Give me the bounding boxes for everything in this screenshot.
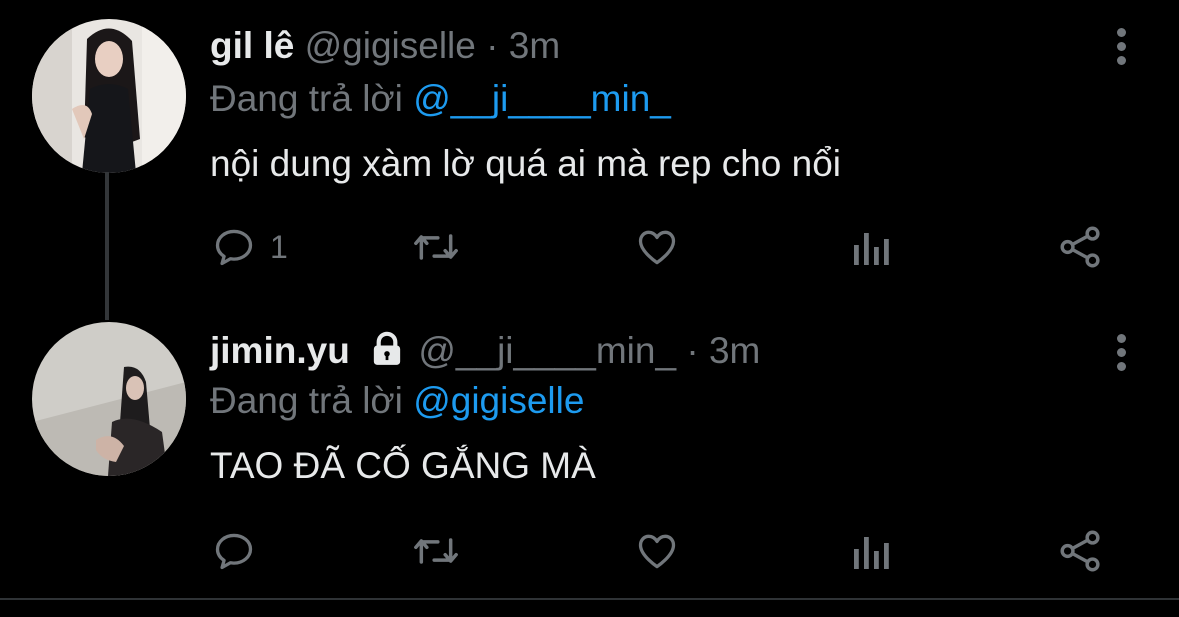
reply-count: 1 xyxy=(270,228,288,265)
tweet-divider xyxy=(0,598,1179,600)
tweet-text: TAO ĐÃ CỐ GẮNG MÀ xyxy=(210,445,596,486)
display-name[interactable]: jimin.yu xyxy=(210,330,350,371)
separator: · xyxy=(486,25,499,66)
replying-to: Đang trả lời @__ji____min_ xyxy=(210,77,671,121)
like-button[interactable] xyxy=(634,526,680,576)
tweet-1[interactable]: gil lê @gigiselle · 3m Đang trả lời @__j… xyxy=(0,0,1179,320)
retweet-button[interactable] xyxy=(412,222,460,272)
thread-line xyxy=(105,172,109,320)
avatar[interactable] xyxy=(32,322,186,476)
tweet-actions: 1 xyxy=(212,222,1112,272)
speech-bubble-icon xyxy=(215,533,253,570)
user-handle[interactable]: @__ji____min_ xyxy=(418,330,676,371)
retweet-icon xyxy=(414,538,458,564)
share-button[interactable] xyxy=(1058,526,1104,576)
more-options-icon[interactable] xyxy=(1115,334,1127,374)
replying-to-label: Đang trả lời xyxy=(210,78,403,119)
speech-bubble-icon xyxy=(215,229,253,266)
display-name[interactable]: gil lê xyxy=(210,25,294,66)
tweet-header: gil lê @gigiselle · 3m xyxy=(210,24,560,68)
retweet-button[interactable] xyxy=(412,526,460,576)
tweet-text: nội dung xàm lờ quá ai mà rep cho nổi xyxy=(210,143,842,184)
reply-button[interactable] xyxy=(212,526,270,576)
avatar-photo xyxy=(32,322,186,476)
bar-chart-icon xyxy=(854,233,889,265)
tweet-header: jimin.yu @__ji____min_ · 3m xyxy=(210,329,760,377)
retweet-icon xyxy=(414,234,458,260)
replying-to: Đang trả lời @gigiselle xyxy=(210,379,584,423)
avatar-photo xyxy=(32,19,186,173)
replying-to-label: Đang trả lời xyxy=(210,380,403,421)
like-button[interactable] xyxy=(634,222,680,272)
share-button[interactable] xyxy=(1058,222,1104,272)
heart-icon xyxy=(638,534,676,569)
timestamp[interactable]: 3m xyxy=(709,330,760,371)
share-icon xyxy=(1060,226,1100,268)
timestamp[interactable]: 3m xyxy=(509,25,560,66)
heart-icon xyxy=(638,230,676,265)
view-stats-button[interactable] xyxy=(850,222,890,272)
mention-link[interactable]: @gigiselle xyxy=(413,380,584,421)
view-stats-button[interactable] xyxy=(850,526,890,576)
tweet-2[interactable]: jimin.yu @__ji____min_ · 3m Đang trả lời… xyxy=(0,300,1179,598)
bar-chart-icon xyxy=(854,537,889,569)
share-icon xyxy=(1060,530,1100,572)
avatar[interactable] xyxy=(32,19,186,173)
more-options-icon[interactable] xyxy=(1115,28,1127,68)
tweet-actions xyxy=(212,526,1112,576)
separator: · xyxy=(686,330,699,371)
mention-link[interactable]: @__ji____min_ xyxy=(413,78,671,119)
reply-button[interactable]: 1 xyxy=(212,222,288,272)
lock-icon xyxy=(370,331,404,377)
user-handle[interactable]: @gigiselle xyxy=(305,25,476,66)
